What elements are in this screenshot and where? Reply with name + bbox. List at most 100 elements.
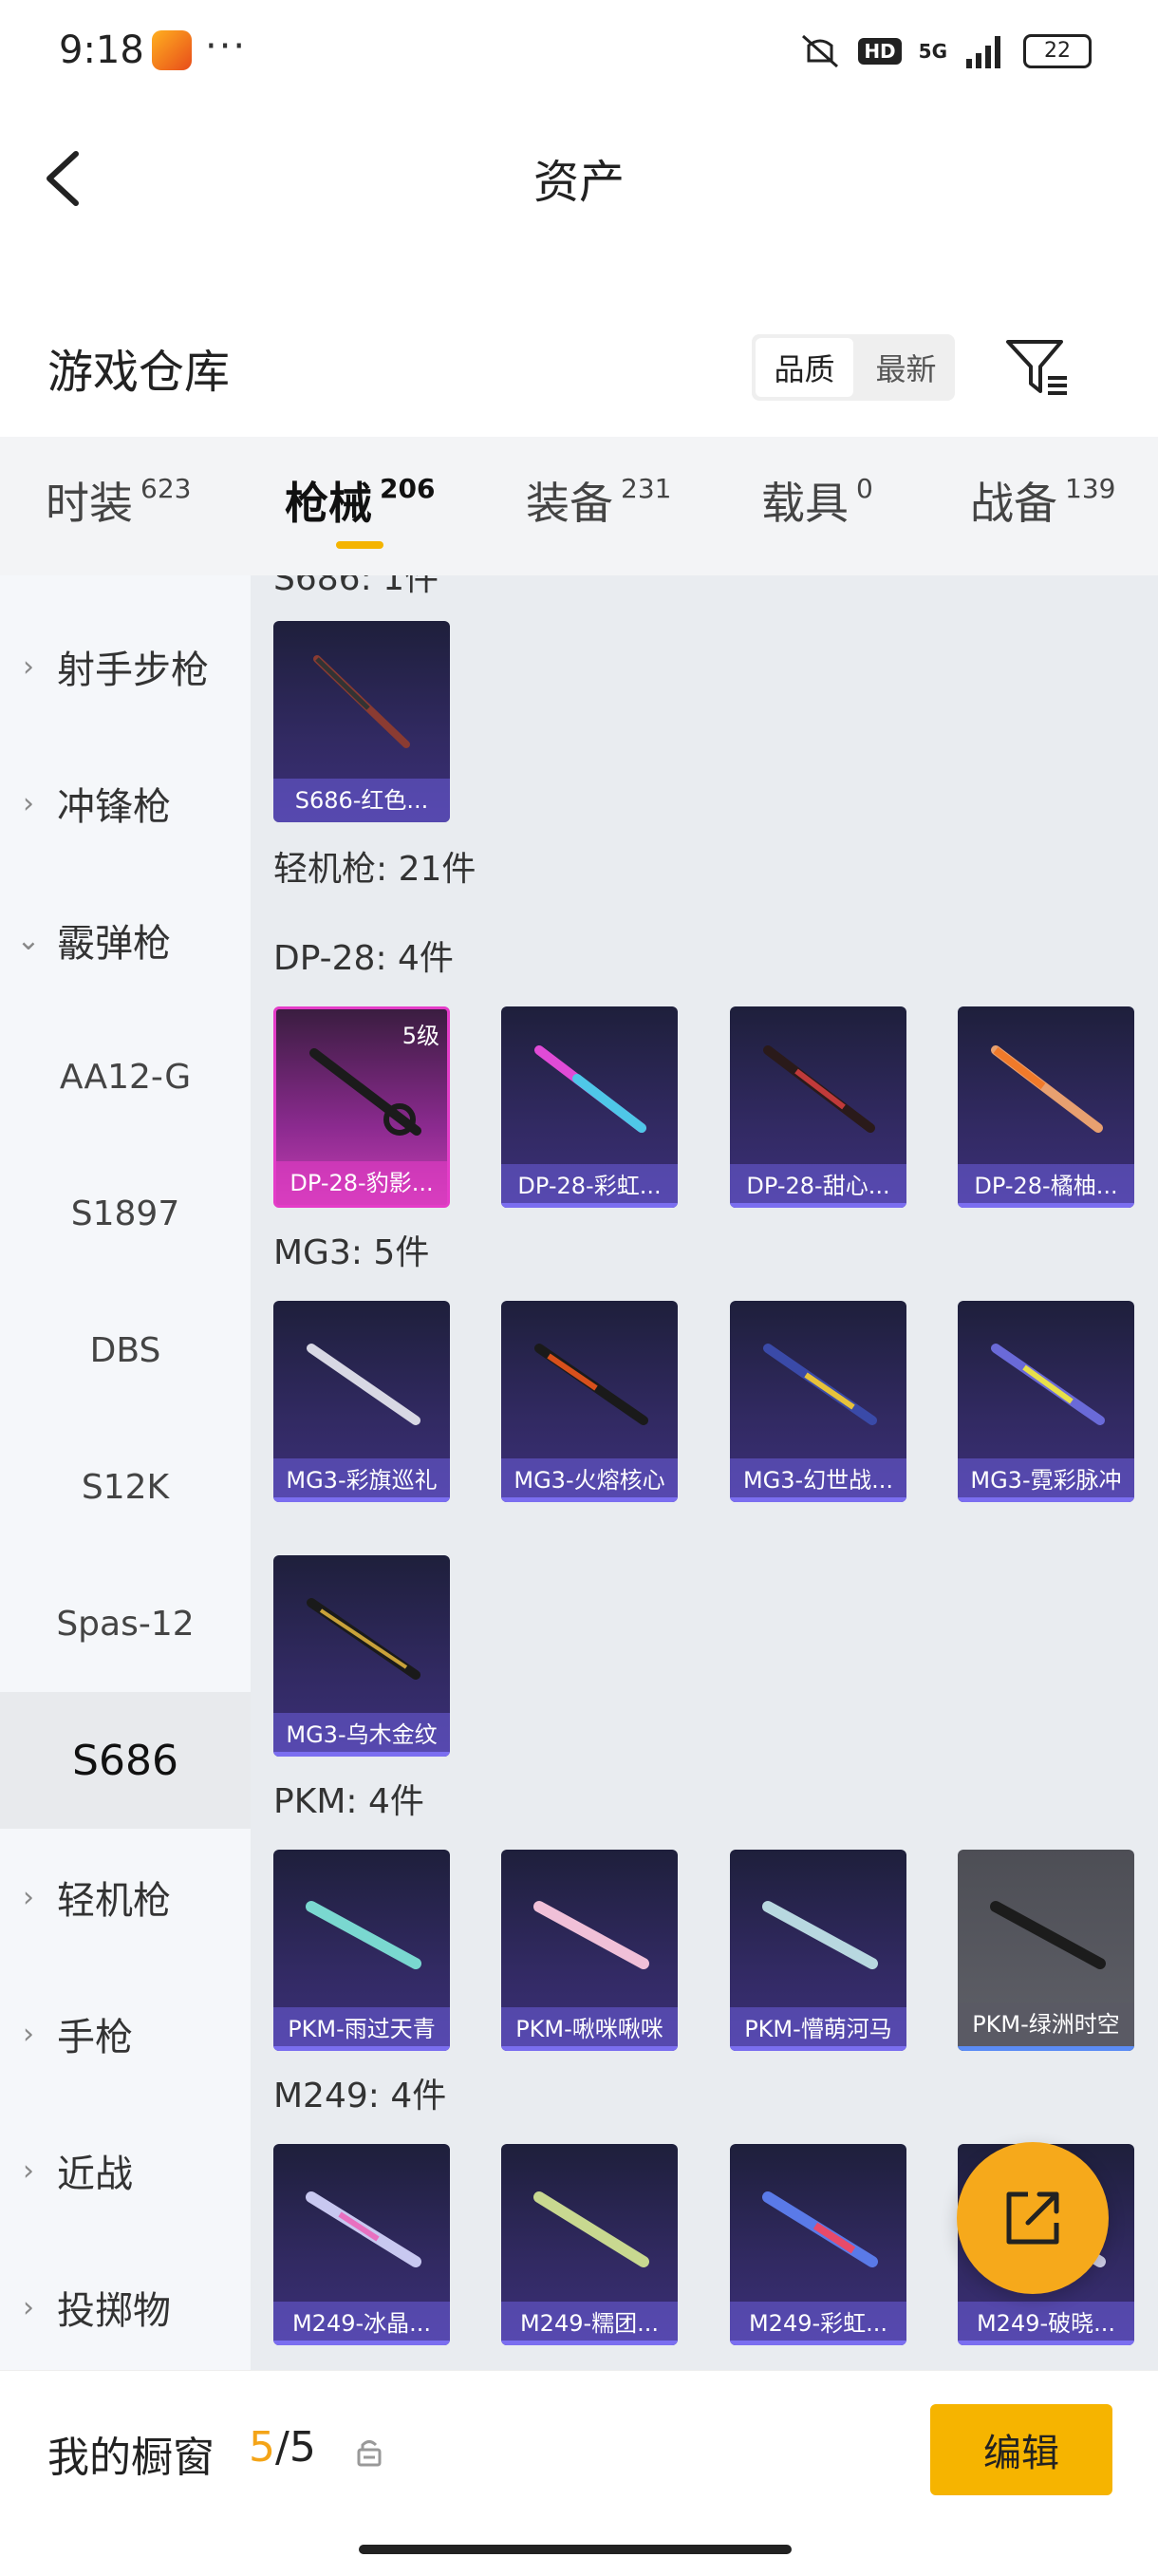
weapon-card[interactable]: S686-红色...: [273, 621, 450, 822]
sidebar-subitem-dbs[interactable]: DBS: [0, 1282, 251, 1419]
group-heading: MG3: 5件: [273, 1233, 430, 1272]
sort-quality-button[interactable]: 品质: [756, 338, 853, 397]
sidebar-item-marksman-rifle[interactable]: › 射手步枪: [0, 598, 251, 735]
lmg-icon: [534, 1045, 646, 1133]
weapon-card[interactable]: MG3-火熔核心: [501, 1301, 678, 1502]
tab-vehicles[interactable]: 载具 0: [761, 469, 873, 532]
home-indicator[interactable]: [359, 2545, 792, 2554]
external-link-icon: [1006, 2191, 1059, 2245]
section-title: 游戏仓库: [47, 346, 231, 399]
weapon-card[interactable]: DP-28-彩虹...: [501, 1006, 678, 1208]
tab-equipment[interactable]: 装备 231: [526, 469, 671, 532]
rarity-bar: [730, 1497, 906, 1502]
tab-supplies[interactable]: 战备 139: [970, 469, 1115, 532]
group-heading: DP-28: 4件: [273, 939, 454, 978]
rarity-bar: [730, 2341, 906, 2345]
tab-label: 战备: [970, 478, 1057, 529]
filter-icon[interactable]: [1004, 336, 1071, 399]
hd-icon: HD: [858, 38, 902, 65]
lock-icon: [357, 2440, 382, 2467]
mute-vibrate-icon: [802, 34, 839, 68]
weapon-card[interactable]: M249-糯团...: [501, 2144, 678, 2345]
tab-count: 231: [621, 473, 672, 504]
lmg-icon: [534, 1344, 648, 1425]
lmg-icon: [763, 1045, 875, 1133]
weapon-card[interactable]: DP-28-甜心...: [730, 1006, 906, 1208]
weapon-card[interactable]: MG3-幻世战...: [730, 1301, 906, 1502]
weapon-grid-content: S686: 1件 S686-红色... 轻机枪: 21件 DP-28: 4件 5…: [251, 575, 1158, 2370]
tab-count: 623: [140, 473, 192, 504]
weapon-card-name: MG3-乌木金纹: [273, 1713, 450, 1757]
signal-icon: [966, 36, 1000, 68]
group-heading: S686: 1件: [273, 575, 439, 598]
share-fab-button[interactable]: [957, 2142, 1109, 2294]
back-arrow-icon[interactable]: [38, 141, 95, 216]
weapon-card[interactable]: M249-彩虹...: [730, 2144, 906, 2345]
tab-fashion[interactable]: 时装 623: [46, 469, 191, 532]
rarity-bar: [501, 2046, 678, 2051]
sidebar-subitem-s12k[interactable]: S12K: [0, 1419, 251, 1555]
rarity-bar: [501, 2341, 678, 2345]
sidebar-subitem-s1897[interactable]: S1897: [0, 1145, 251, 1282]
weapon-card[interactable]: MG3-乌木金纹: [273, 1555, 450, 1757]
tab-label: 时装: [46, 478, 133, 529]
rarity-bar: [958, 1203, 1134, 1208]
weapon-category-sidebar: › 射手步枪 › 冲锋枪 ⌄ 霰弹枪 AA12-G S1897 DBS S12K Sp…: [0, 575, 251, 2370]
weapon-card[interactable]: MG3-霓彩脉冲: [958, 1301, 1134, 1502]
weapon-card[interactable]: PKM-绿洲时空: [958, 1850, 1134, 2051]
weapon-card[interactable]: PKM-雨过天青: [273, 1850, 450, 2051]
active-tab-indicator: [336, 541, 383, 549]
showcase-total: /5: [275, 2423, 316, 2472]
sort-toggle[interactable]: 品质 最新: [752, 334, 955, 401]
lmg-icon: [762, 1901, 878, 1969]
sidebar-subitem-aa12g[interactable]: AA12-G: [0, 1008, 251, 1145]
lmg-icon: [309, 1048, 421, 1136]
weapon-card[interactable]: 5级 DP-28-豹影...: [273, 1006, 450, 1208]
weapon-card-name: DP-28-甜心...: [730, 1164, 906, 1208]
rarity-bar: [958, 2341, 1134, 2345]
group-heading: PKM: 4件: [273, 1782, 424, 1821]
sidebar-item-label: 投掷物: [57, 2289, 171, 2333]
weapon-card-name: PKM-雨过天青: [273, 2007, 450, 2051]
sort-newest-button[interactable]: 最新: [857, 334, 955, 401]
weapon-card-name: MG3-火熔核心: [501, 1458, 678, 1502]
chevron-right-icon: ›: [23, 649, 34, 684]
lmg-icon: [306, 1901, 421, 1969]
category-heading: 轻机枪: 21件: [273, 850, 476, 889]
weapon-card-name: M249-彩虹...: [730, 2302, 906, 2345]
chevron-right-icon: ›: [23, 2290, 34, 2324]
sidebar-item-label: 射手步枪: [57, 649, 209, 692]
weapon-card[interactable]: DP-28-橘柚...: [958, 1006, 1134, 1208]
rarity-bar: [958, 1497, 1134, 1502]
showcase-used: 5: [249, 2423, 275, 2472]
weapon-card[interactable]: M249-冰晶...: [273, 2144, 450, 2345]
rarity-bar: [273, 2341, 450, 2345]
weapon-card-name: DP-28-彩虹...: [501, 1164, 678, 1208]
weapon-card[interactable]: MG3-彩旗巡礼: [273, 1301, 450, 1502]
rarity-bar: [273, 1497, 450, 1502]
rarity-bar: [273, 1752, 450, 1757]
page-title: 资产: [532, 156, 625, 209]
sidebar-item-lmg[interactable]: › 轻机枪: [0, 1829, 251, 1965]
weapon-card-name: PKM-啾咪啾咪: [501, 2007, 678, 2051]
sidebar-subitem-s686[interactable]: S686: [0, 1692, 251, 1829]
tab-count: 206: [380, 473, 436, 504]
weapon-card-name: M249-冰晶...: [273, 2302, 450, 2345]
sidebar-item-label: 近战: [57, 2153, 133, 2196]
weapon-card[interactable]: PKM-懵萌河马: [730, 1850, 906, 2051]
sidebar-item-smg[interactable]: › 冲锋枪: [0, 735, 251, 872]
app-notification-icon: [152, 30, 192, 70]
tab-label: 载具: [761, 478, 849, 529]
weapon-card-name: M249-破晓...: [958, 2302, 1134, 2345]
weapon-card[interactable]: PKM-啾咪啾咪: [501, 1850, 678, 2051]
sidebar-subitem-spas12[interactable]: Spas-12: [0, 1555, 251, 1692]
tab-guns[interactable]: 枪械 206: [285, 469, 435, 532]
edit-button[interactable]: 编辑: [930, 2404, 1112, 2495]
sidebar-item-melee[interactable]: › 近战: [0, 2102, 251, 2239]
shotgun-icon: [313, 655, 410, 748]
sidebar-item-throwable[interactable]: › 投掷物: [0, 2239, 251, 2376]
sidebar-item-shotgun[interactable]: ⌄ 霰弹枪: [0, 872, 251, 1008]
sidebar-item-pistol[interactable]: › 手枪: [0, 1965, 251, 2102]
rarity-bar: [501, 1203, 678, 1208]
battery-icon: 22: [1023, 34, 1092, 68]
